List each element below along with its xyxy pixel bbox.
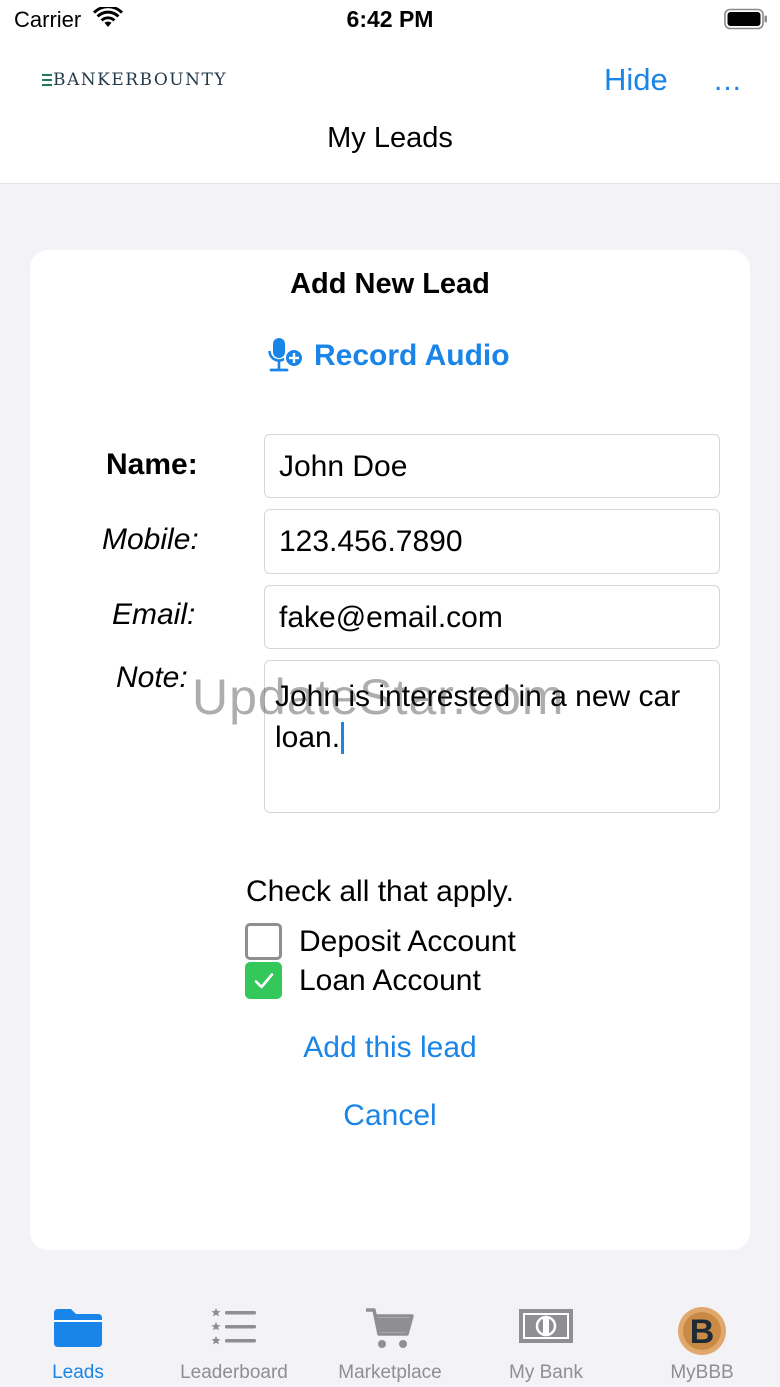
banknote-icon [519,1309,573,1343]
email-label: Email: [112,598,196,631]
note-label: Note: [116,661,188,694]
tab-my-bank-label: My Bank [509,1362,583,1383]
mobile-label: Mobile: [102,523,199,556]
cart-icon [366,1308,414,1348]
nav-header: BANKERBOUNTY Hide ... My Leads [0,40,780,184]
tab-leads-label: Leads [52,1362,104,1383]
hide-button[interactable]: Hide [604,62,668,98]
email-field[interactable]: fake@email.com [264,585,720,649]
loan-account-option[interactable]: Loan Account [245,962,481,999]
microphone-add-icon [268,338,304,372]
bbb-coin-icon: B [678,1307,726,1355]
text-caret [341,722,345,754]
name-field[interactable]: John Doe [264,434,720,498]
tab-mybbb-label: MyBBB [670,1362,734,1383]
add-lead-button[interactable]: Add this lead [30,1031,750,1065]
record-audio-button[interactable]: Record Audio [268,336,510,376]
logo-text: BANKERBOUNTY [53,70,228,90]
tab-marketplace[interactable]: Marketplace [312,1290,468,1387]
logo-mark-icon [42,74,52,86]
deposit-account-option[interactable]: Deposit Account [245,923,516,960]
page-title: My Leads [327,122,453,154]
battery-icon [724,8,767,30]
tab-leaderboard-label: Leaderboard [180,1362,288,1383]
record-audio-label: Record Audio [314,339,510,372]
more-button[interactable]: ... [714,64,742,98]
mobile-field[interactable]: 123.456.7890 [264,509,720,574]
screen: Carrier 6:42 PM BANKERBOUNTY Hide ... My… [0,0,780,1387]
add-lead-card: Add New Lead Record Audio Name: John Doe… [30,250,750,1250]
folder-icon [54,1309,102,1347]
name-label: Name: [106,448,198,481]
status-bar: Carrier 6:42 PM [0,0,780,40]
note-text: John is interested in a new car loan. [275,680,681,754]
tab-leaderboard[interactable]: Leaderboard [156,1290,312,1387]
deposit-account-checkbox[interactable] [245,923,282,960]
cancel-button[interactable]: Cancel [30,1099,750,1133]
tab-marketplace-label: Marketplace [338,1362,442,1383]
checkmark-icon [254,972,273,988]
tab-mybbb[interactable]: B MyBBB [624,1290,780,1387]
loan-account-label: Loan Account [299,963,481,997]
tab-bar: Leads Leaderboard Marketplace My Bank B … [0,1290,780,1387]
check-title: Check all that apply. [246,875,514,908]
deposit-account-label: Deposit Account [299,924,516,958]
tab-leads[interactable]: Leads [0,1290,156,1387]
loan-account-checkbox[interactable] [245,962,282,999]
bankerbounty-logo: BANKERBOUNTY [42,70,227,90]
tab-my-bank[interactable]: My Bank [468,1290,624,1387]
clock: 6:42 PM [346,6,434,32]
ranked-list-icon [211,1308,256,1345]
svg-text:B: B [690,1313,715,1351]
card-title: Add New Lead [290,268,490,300]
note-textarea[interactable]: John is interested in a new car loan. [264,660,720,813]
